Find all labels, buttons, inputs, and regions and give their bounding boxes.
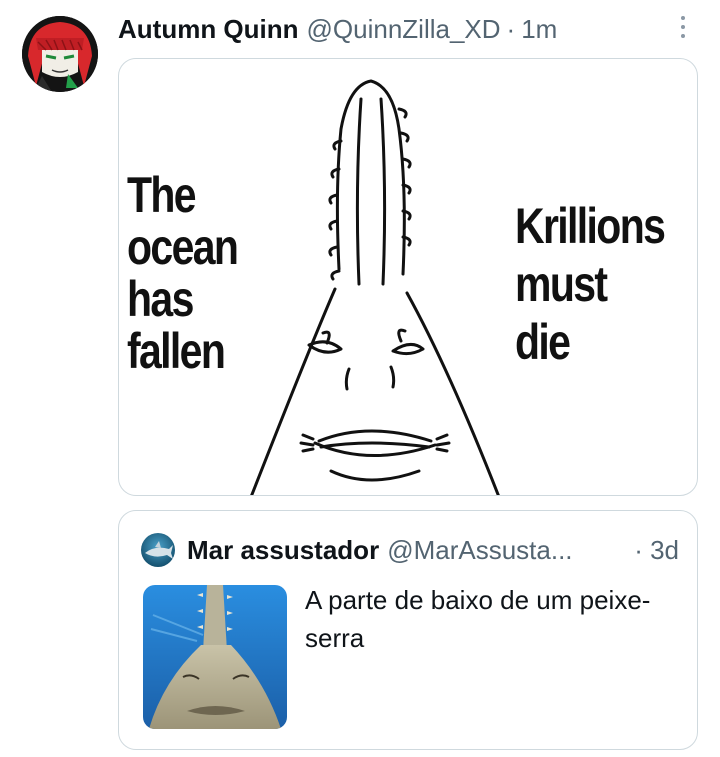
author-name[interactable]: Autumn Quinn	[118, 14, 299, 45]
meme-right-line: must	[515, 256, 608, 312]
quoted-author-name[interactable]: Mar assustador	[187, 535, 379, 566]
quoted-image-thumbnail[interactable]	[143, 585, 287, 729]
post-time[interactable]: 1m	[521, 14, 557, 45]
quoted-tweet-header: Mar assustador @MarAssusta... · 3d	[141, 533, 681, 567]
more-options-icon[interactable]	[672, 12, 694, 42]
post-image[interactable]: The ocean has fallen Krillions must die	[118, 58, 698, 496]
quoted-author-handle[interactable]: @MarAssusta...	[387, 535, 572, 566]
quoted-author-avatar[interactable]	[141, 533, 175, 567]
quoted-tweet-text: A parte de baixo de um peixe-serra	[305, 585, 651, 653]
separator-dot: ·	[506, 13, 516, 44]
tweet: Autumn Quinn @QuinnZilla_XD · 1m The oce…	[0, 0, 720, 757]
post-header: Autumn Quinn @QuinnZilla_XD · 1m	[118, 12, 557, 46]
quoted-post-time[interactable]: · 3d	[634, 535, 679, 566]
meme-right-line: die	[515, 314, 571, 370]
author-avatar[interactable]	[22, 16, 98, 92]
meme-right-caption: Krillions must die	[515, 197, 695, 371]
author-handle[interactable]: @QuinnZilla_XD	[307, 14, 501, 45]
quoted-tweet[interactable]: Mar assustador @MarAssusta... · 3d A par…	[118, 510, 698, 750]
meme-right-line: Krillions	[515, 198, 666, 254]
sawfish-drawing	[250, 79, 500, 495]
